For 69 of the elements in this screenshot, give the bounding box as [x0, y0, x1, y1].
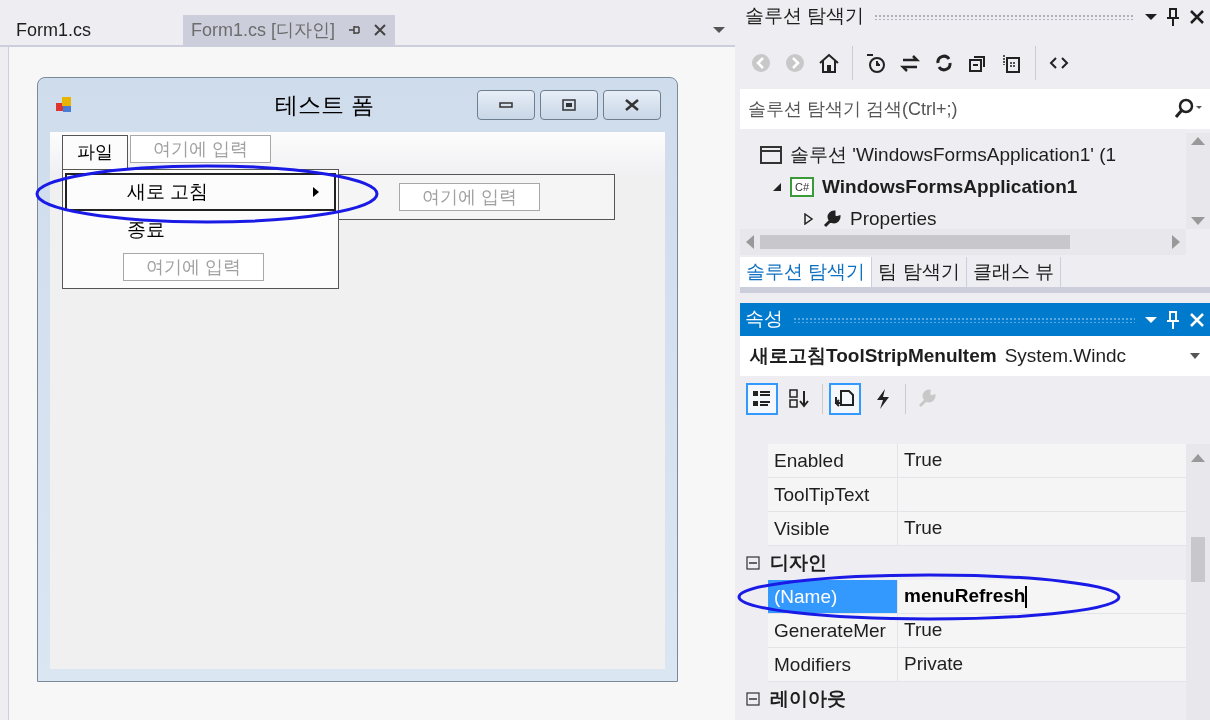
pin-icon	[347, 23, 361, 37]
category-label: 디자인	[770, 551, 827, 575]
solution-icon	[760, 145, 782, 165]
back-icon	[750, 52, 772, 74]
sort-icon	[788, 387, 812, 411]
form-title: 테스트 폼	[274, 90, 375, 120]
left-arrow-icon	[746, 235, 754, 249]
close-icon	[1189, 8, 1205, 25]
sync-arrows-icon	[899, 52, 921, 74]
close-icon	[625, 99, 639, 111]
property-value[interactable]: Private	[898, 648, 1186, 682]
maximize-button[interactable]	[540, 90, 598, 120]
menu-item[interactable]: 종료	[65, 211, 336, 249]
property-value[interactable]: True	[898, 444, 1186, 478]
object-type: System.Windc	[1004, 343, 1128, 368]
search-icon	[1174, 98, 1202, 120]
property-name[interactable]: GenerateMer	[768, 614, 898, 648]
forward-icon	[784, 52, 806, 74]
menu-item[interactable]: 파일	[62, 135, 128, 171]
property-name[interactable]: Enabled	[768, 444, 898, 478]
close-icon	[1189, 311, 1205, 328]
property-value[interactable]: True	[898, 614, 1186, 648]
minimize-button[interactable]	[477, 90, 535, 120]
right-arrow-icon	[1172, 235, 1180, 249]
scrollbar[interactable]	[1186, 133, 1210, 229]
scrollbar[interactable]	[740, 229, 1186, 255]
close-button[interactable]	[603, 90, 661, 120]
panel-title: 속성	[745, 307, 783, 332]
pin-icon	[1167, 310, 1179, 329]
maximize-icon	[562, 99, 576, 111]
down-arrow-icon	[1191, 217, 1205, 225]
object-name: 새로고침ToolStripMenuItem	[750, 343, 997, 368]
categorized-button[interactable]	[746, 383, 778, 415]
search-input[interactable]: 솔루션 탐색기 검색(Ctrl+;)	[748, 95, 1174, 123]
menu-item[interactable]: 새로 고침	[65, 173, 336, 211]
scrollbar-thumb[interactable]	[1191, 537, 1205, 582]
category-label: 레이아웃	[770, 687, 846, 711]
close-icon	[373, 23, 387, 37]
panel-tab[interactable]: 클래스 뷰	[966, 257, 1061, 287]
minimize-icon	[499, 102, 513, 108]
panel-tab[interactable]: 솔루션 탐색기	[740, 257, 873, 287]
up-arrow-icon	[1191, 454, 1205, 462]
wrench-icon	[822, 209, 842, 229]
tree-item[interactable]: 솔루션 'WindowsFormsApplication1' (1	[740, 139, 1186, 171]
editor-tab[interactable]: Form1.cs	[8, 15, 183, 45]
dropdown-icon	[1190, 353, 1200, 359]
properties-page-button[interactable]	[829, 383, 861, 415]
tree-item[interactable]: C# WindowsFormsApplication1	[740, 171, 1186, 203]
panel-tab[interactable]: 팀 탐색기	[872, 257, 967, 287]
form-icon	[56, 97, 72, 113]
project-icon: C#	[790, 177, 815, 197]
text-cursor	[1025, 585, 1028, 608]
clock-icon	[865, 52, 887, 74]
property-value[interactable]: menuRefresh	[898, 580, 1186, 614]
tree-item[interactable]: Properties	[740, 203, 1186, 229]
pin-icon	[1167, 7, 1179, 26]
home-icon	[818, 52, 840, 74]
panel-title: 솔루션 탐색기	[745, 4, 865, 29]
property-name[interactable]: Modifiers	[768, 648, 898, 682]
property-name[interactable]: Visible	[768, 512, 898, 546]
show-files-icon	[1001, 52, 1023, 74]
dropdown-icon	[713, 26, 725, 34]
property-value[interactable]: True	[898, 512, 1186, 546]
up-arrow-icon	[1191, 137, 1205, 145]
dropdown-icon	[1145, 315, 1157, 324]
property-name[interactable]: ToolTipText	[768, 478, 898, 512]
dropdown-icon	[1145, 12, 1157, 21]
search-field[interactable]: 솔루션 탐색기 검색(Ctrl+;)	[740, 89, 1210, 129]
scrollbar[interactable]	[1186, 444, 1210, 720]
